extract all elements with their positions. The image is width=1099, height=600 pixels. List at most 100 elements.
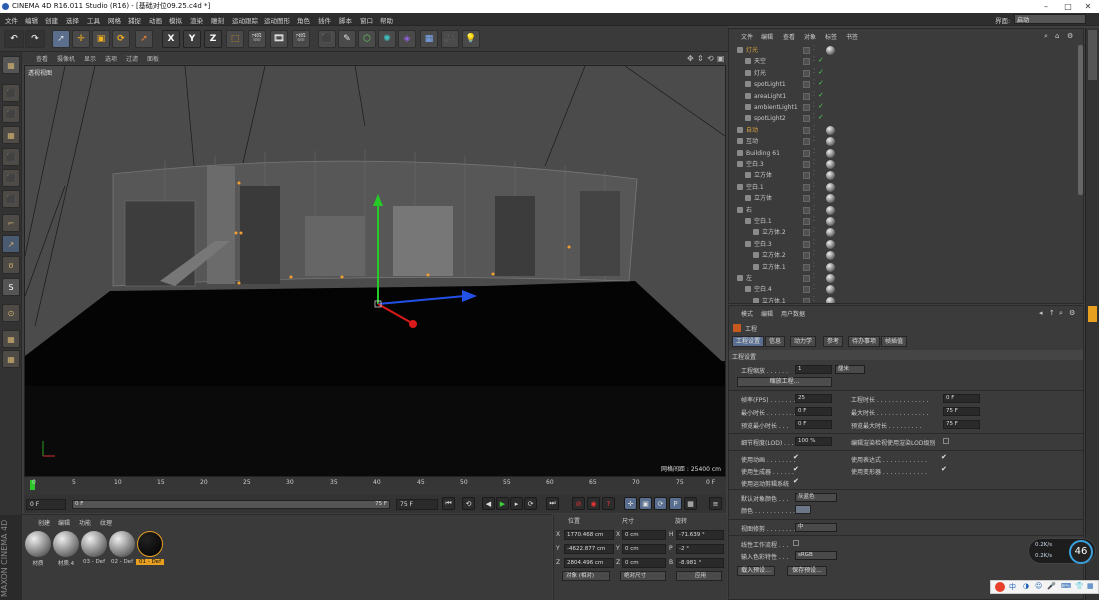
attr-menu-userdata[interactable]: 用户数据 — [781, 309, 805, 318]
material-tag-icon[interactable] — [826, 183, 835, 192]
deformer-icon[interactable]: ◈ — [398, 30, 416, 48]
menu-tools[interactable]: 工具 — [87, 15, 100, 25]
scale-unit-select[interactable]: 厘米 — [835, 365, 865, 374]
object-row[interactable]: 灯光 — [731, 45, 803, 56]
vp-menu-cameras[interactable]: 摄像机 — [57, 54, 75, 63]
side-tab-objects[interactable] — [1088, 30, 1097, 80]
prev-key-button[interactable]: ⟲ — [462, 497, 475, 510]
floor-icon[interactable]: ▦ — [420, 30, 438, 48]
make-editable-icon[interactable]: ▦ — [2, 56, 20, 74]
tab-info[interactable]: 信息 — [765, 336, 786, 347]
visibility-dots-icon[interactable]: ⁚ — [813, 262, 815, 269]
object-row[interactable]: 灯光 — [731, 68, 803, 79]
lod-field[interactable]: 100 % — [795, 437, 832, 446]
pos-z-field[interactable]: 2804.496 cm — [564, 558, 614, 568]
object-row[interactable]: 立方体 — [731, 193, 803, 204]
autokey-icon[interactable]: ◉ — [587, 497, 600, 510]
vp-move-icon[interactable]: ✥ — [687, 54, 694, 63]
timeline-menu-icon[interactable]: ≡ — [709, 497, 722, 510]
material-ball[interactable] — [53, 531, 79, 557]
size-x-field[interactable]: 0 cm — [622, 530, 666, 540]
visibility-dots-icon[interactable]: ⁚ — [813, 125, 815, 132]
enabled-check-icon[interactable]: ✓ — [818, 91, 824, 99]
vp-rotate-icon[interactable]: ⟲ — [707, 54, 714, 63]
material-ball-selected[interactable] — [137, 531, 163, 557]
material-tag-icon[interactable] — [826, 126, 835, 135]
subdivision-surface-icon[interactable]: ⬡ — [358, 30, 376, 48]
layer-flag[interactable] — [803, 184, 810, 191]
workplane-mode-icon[interactable]: ▦ — [2, 126, 20, 144]
obj-menu-file[interactable]: 文件 — [741, 32, 753, 41]
project-time-field[interactable]: 0 F — [943, 394, 980, 403]
visibility-dots-icon[interactable]: ⁚ — [813, 45, 815, 52]
enabled-check-icon[interactable]: ✓ — [818, 56, 824, 64]
obj-menu-bookmarks[interactable]: 书签 — [846, 32, 858, 41]
object-row[interactable]: 空白.1 — [731, 182, 803, 193]
z-axis-lock-button[interactable]: Z — [204, 30, 222, 48]
layer-flag[interactable] — [803, 172, 810, 179]
view-clip-select[interactable]: 中 — [795, 523, 837, 532]
preview-max-field[interactable]: 75 F — [943, 420, 980, 429]
key-rotation-icon[interactable]: ⟳ — [654, 497, 667, 510]
tab-reference[interactable]: 参考 — [823, 336, 844, 347]
move-tool-icon[interactable]: ✛ — [72, 30, 90, 48]
visibility-dots-icon[interactable]: ⁚ — [813, 239, 815, 246]
visibility-dots-icon[interactable]: ⁚ — [813, 148, 815, 155]
save-preset-button[interactable]: 保存预设... — [787, 566, 827, 576]
use-generators-checkbox[interactable]: ✔ — [793, 465, 799, 473]
object-row[interactable]: 立方体.1 — [731, 296, 803, 303]
menu-sculpt[interactable]: 雕刻 — [211, 15, 224, 25]
keyboard-icon[interactable]: ⌨ — [1061, 582, 1071, 590]
workplane-lock-icon[interactable]: ▦ — [2, 330, 20, 348]
material-tag-icon[interactable] — [826, 206, 835, 215]
tweak-mode-icon[interactable]: ↗ — [2, 235, 20, 253]
prev-frame-button[interactable]: ◀ — [482, 497, 495, 510]
material-tag-icon[interactable] — [826, 263, 835, 272]
layer-flag[interactable] — [803, 241, 810, 248]
record-active-icon[interactable]: ⊘ — [572, 497, 585, 510]
rot-p-field[interactable]: -2 ° — [676, 544, 724, 554]
scale-tool-icon[interactable]: ▣ — [92, 30, 110, 48]
layer-flag[interactable] — [803, 229, 810, 236]
y-axis-lock-button[interactable]: Y — [183, 30, 201, 48]
vp-menu-view[interactable]: 查看 — [36, 54, 48, 63]
layer-flag[interactable] — [803, 81, 810, 88]
vp-menu-filter[interactable]: 过滤 — [126, 54, 138, 63]
up-arrow-icon[interactable]: ↑ — [1049, 309, 1055, 317]
material-tag-icon[interactable] — [826, 228, 835, 237]
live-selection-icon[interactable]: ➚ — [135, 30, 153, 48]
object-row[interactable]: 立方体.1 — [731, 262, 803, 273]
layer-flag[interactable] — [803, 275, 810, 282]
layer-flag[interactable] — [803, 298, 810, 303]
input-profile-select[interactable]: sRGB — [795, 551, 837, 560]
solo-mode-icon[interactable]: S — [2, 278, 20, 296]
object-row[interactable]: 互动 — [731, 136, 803, 147]
maximize-button[interactable]: □ — [1057, 0, 1079, 13]
object-row[interactable]: 天空 — [731, 56, 803, 67]
material-tag-icon[interactable] — [826, 217, 835, 226]
layer-flag[interactable] — [803, 104, 810, 111]
material-tag-icon[interactable] — [826, 285, 835, 294]
goto-end-button[interactable]: ⏭ — [546, 497, 559, 510]
layer-flag[interactable] — [803, 207, 810, 214]
menu-simulate[interactable]: 模拟 — [169, 15, 182, 25]
obj-menu-objects[interactable]: 对象 — [804, 32, 816, 41]
layer-flag[interactable] — [803, 138, 810, 145]
layer-flag[interactable] — [803, 150, 810, 157]
start-frame-field[interactable]: 0 F — [26, 499, 66, 510]
search-icon[interactable]: ⌕ — [1044, 32, 1048, 41]
visibility-dots-icon[interactable]: ⁚ — [813, 159, 815, 166]
key-parameter-icon[interactable]: P — [669, 497, 682, 510]
material-tag-icon[interactable] — [826, 149, 835, 158]
material-tag-icon[interactable] — [826, 160, 835, 169]
preview-min-field[interactable]: 0 F — [795, 420, 832, 429]
goto-start-button[interactable]: ⏮ — [442, 497, 455, 510]
points-mode-icon[interactable]: ⬛ — [2, 148, 20, 166]
object-row[interactable]: 左 — [731, 273, 803, 284]
size-y-field[interactable]: 0 cm — [622, 544, 666, 554]
obj-menu-tags[interactable]: 标签 — [825, 32, 837, 41]
object-row[interactable]: ambientLight1 — [731, 102, 803, 113]
emoji-icon[interactable]: ☺ — [1035, 582, 1042, 590]
rot-b-field[interactable]: -8.981 ° — [676, 558, 724, 568]
menu-mesh[interactable]: 网格 — [108, 15, 121, 25]
